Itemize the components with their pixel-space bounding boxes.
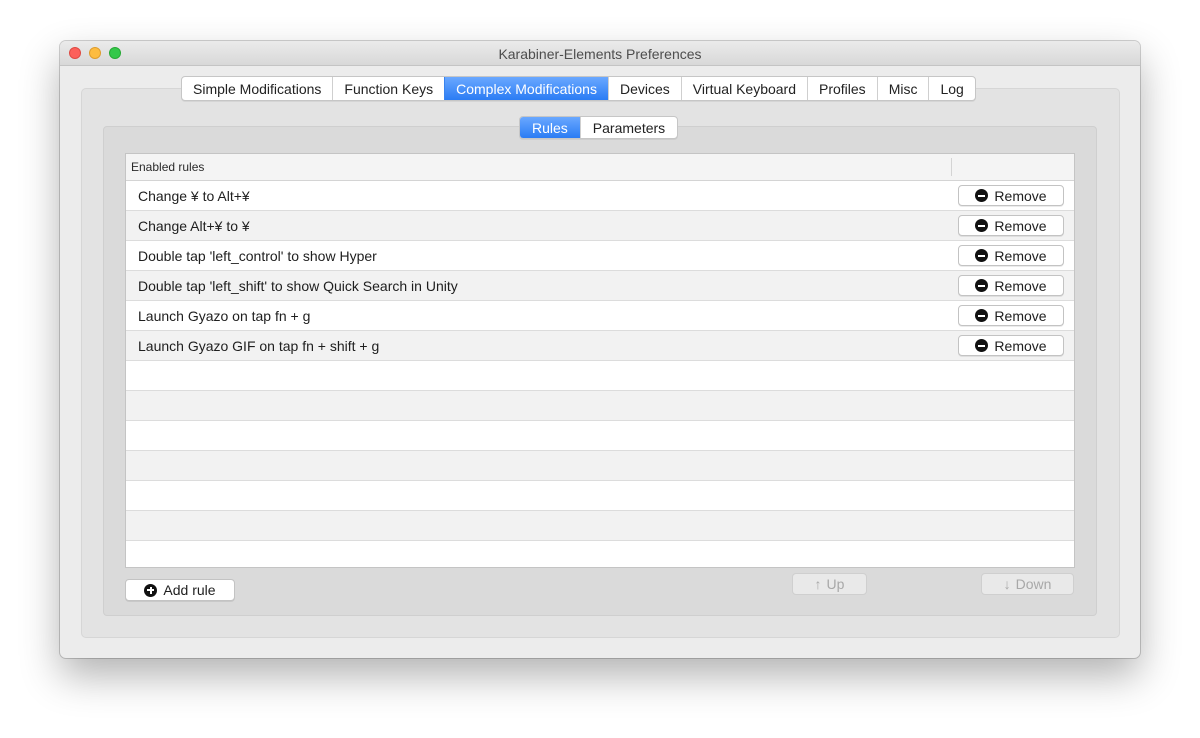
move-down-button[interactable]: ↓ Down — [981, 573, 1074, 595]
tab-rules[interactable]: Rules — [520, 117, 580, 138]
minus-circle-icon — [975, 219, 989, 232]
rule-description: Change Alt+¥ to ¥ — [138, 218, 250, 234]
remove-rule-button[interactable]: Remove — [958, 275, 1064, 296]
table-row[interactable]: Double tap 'left_shift' to show Quick Se… — [126, 271, 1074, 301]
enabled-rules-table[interactable]: Enabled rules Change ¥ to Alt+¥ Remove C… — [125, 153, 1075, 568]
empty-row — [126, 391, 1074, 421]
arrow-down-icon: ↓ — [1003, 576, 1011, 592]
window-title: Karabiner-Elements Preferences — [498, 46, 702, 62]
table-row[interactable]: Launch Gyazo GIF on tap fn + shift + g R… — [126, 331, 1074, 361]
rule-description: Change ¥ to Alt+¥ — [138, 188, 250, 204]
remove-rule-button[interactable]: Remove — [958, 335, 1064, 356]
rule-description: Launch Gyazo on tap fn + g — [138, 308, 311, 324]
up-label: Up — [826, 576, 845, 592]
tab-simple-modifications[interactable]: Simple Modifications — [182, 77, 332, 100]
empty-row — [126, 481, 1074, 511]
table-row[interactable]: Change Alt+¥ to ¥ Remove — [126, 211, 1074, 241]
table-row[interactable]: Launch Gyazo on tap fn + g Remove — [126, 301, 1074, 331]
empty-row — [126, 511, 1074, 541]
tab-virtual-keyboard[interactable]: Virtual Keyboard — [680, 77, 807, 100]
tab-misc[interactable]: Misc — [876, 77, 929, 100]
minus-circle-icon — [975, 309, 989, 322]
minus-circle-icon — [975, 279, 989, 292]
plus-circle-icon — [144, 583, 158, 597]
move-up-button[interactable]: ↑ Up — [792, 573, 867, 595]
table-row[interactable]: Change ¥ to Alt+¥ Remove — [126, 181, 1074, 211]
sub-tab-bar: Rules Parameters — [519, 116, 679, 139]
empty-row — [126, 451, 1074, 481]
remove-button-label: Remove — [994, 187, 1047, 204]
tab-log[interactable]: Log — [928, 77, 974, 100]
arrow-up-icon: ↑ — [814, 576, 822, 592]
title-bar[interactable]: Karabiner-Elements Preferences — [60, 41, 1140, 66]
remove-button-label: Remove — [994, 217, 1047, 234]
remove-button-label: Remove — [994, 337, 1047, 354]
minus-circle-icon — [975, 339, 989, 352]
empty-row — [126, 361, 1074, 391]
minus-circle-icon — [975, 249, 989, 262]
preferences-window: Karabiner-Elements Preferences Simple Mo… — [60, 41, 1140, 658]
column-header-enabled-rules: Enabled rules — [131, 160, 205, 174]
remove-rule-button[interactable]: Remove — [958, 245, 1064, 266]
tab-function-keys[interactable]: Function Keys — [332, 77, 444, 100]
remove-rule-button[interactable]: Remove — [958, 305, 1064, 326]
main-tab-bar: Simple Modifications Function Keys Compl… — [181, 76, 976, 101]
table-row[interactable]: Double tap 'left_control' to show Hyper … — [126, 241, 1074, 271]
remove-button-label: Remove — [994, 247, 1047, 264]
add-rule-label: Add rule — [163, 582, 216, 598]
rule-description: Launch Gyazo GIF on tap fn + shift + g — [138, 338, 380, 354]
remove-rule-button[interactable]: Remove — [958, 215, 1064, 236]
column-divider — [951, 158, 952, 176]
remove-button-label: Remove — [994, 307, 1047, 324]
down-label: Down — [1015, 576, 1052, 592]
table-header[interactable]: Enabled rules — [126, 154, 1074, 181]
empty-row — [126, 421, 1074, 451]
remove-rule-button[interactable]: Remove — [958, 185, 1064, 206]
tab-complex-modifications[interactable]: Complex Modifications — [444, 77, 608, 100]
add-rule-button[interactable]: Add rule — [125, 579, 235, 601]
tab-parameters[interactable]: Parameters — [579, 117, 677, 138]
rule-description: Double tap 'left_control' to show Hyper — [138, 248, 377, 264]
tab-devices[interactable]: Devices — [607, 77, 681, 100]
remove-button-label: Remove — [994, 277, 1047, 294]
minus-circle-icon — [975, 189, 989, 202]
rules-list: Change ¥ to Alt+¥ Remove Change Alt+¥ to… — [126, 181, 1074, 567]
rule-description: Double tap 'left_shift' to show Quick Se… — [138, 278, 458, 294]
tab-profiles[interactable]: Profiles — [807, 77, 877, 100]
empty-row — [126, 541, 1074, 567]
